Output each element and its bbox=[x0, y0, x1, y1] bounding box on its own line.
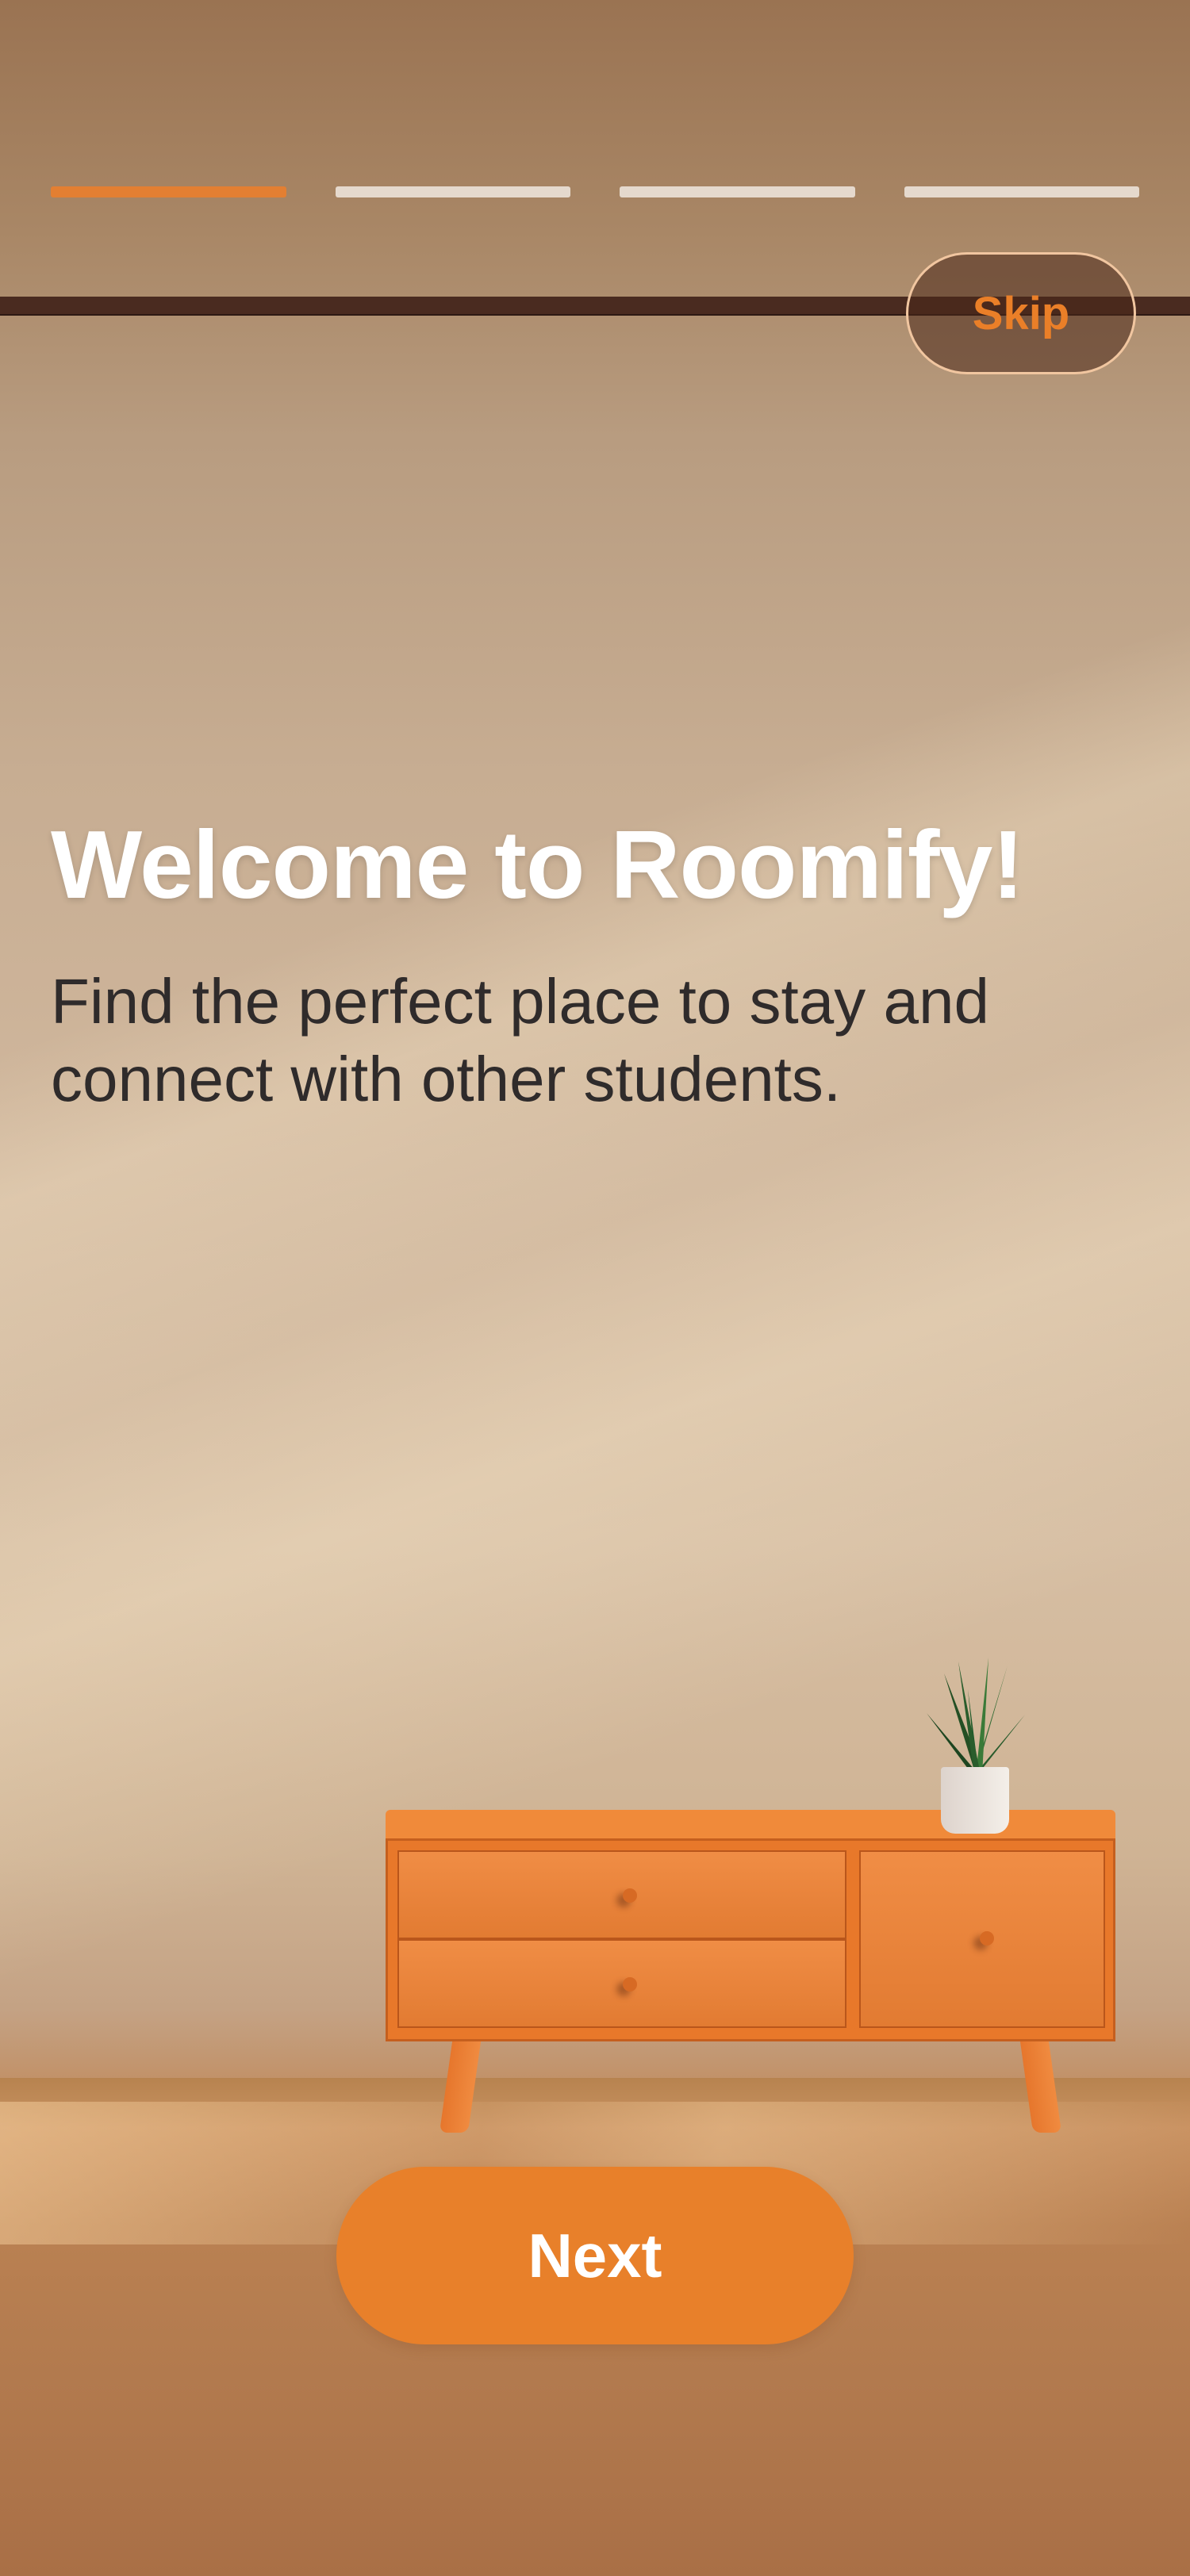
dresser-body bbox=[386, 1838, 1115, 2041]
plant-pot bbox=[941, 1767, 1009, 1834]
dresser-drawer-upper bbox=[397, 1850, 846, 1939]
progress-step-2 bbox=[335, 186, 570, 197]
dresser-drawer-lower bbox=[397, 1939, 846, 2028]
page-title: Welcome to Roomify! bbox=[51, 811, 1024, 918]
drawer-knob bbox=[623, 1888, 637, 1903]
plant-icon bbox=[927, 1658, 1025, 1775]
dresser-leg bbox=[439, 2041, 482, 2133]
progress-step-3 bbox=[620, 186, 855, 197]
dresser-with-plant-illustration bbox=[386, 1810, 1115, 2133]
progress-step-4 bbox=[904, 186, 1139, 197]
dresser-cabinet-door bbox=[859, 1850, 1105, 2028]
dresser-leg bbox=[1019, 2041, 1062, 2133]
next-button[interactable]: Next bbox=[336, 2167, 854, 2344]
onboarding-progress bbox=[51, 186, 1139, 197]
skip-button[interactable]: Skip bbox=[906, 252, 1136, 374]
drawer-knob bbox=[623, 1977, 637, 1991]
drawer-knob bbox=[980, 1931, 994, 1945]
progress-step-1 bbox=[51, 186, 286, 197]
page-subtitle: Find the perfect place to stay and conne… bbox=[51, 966, 989, 1114]
